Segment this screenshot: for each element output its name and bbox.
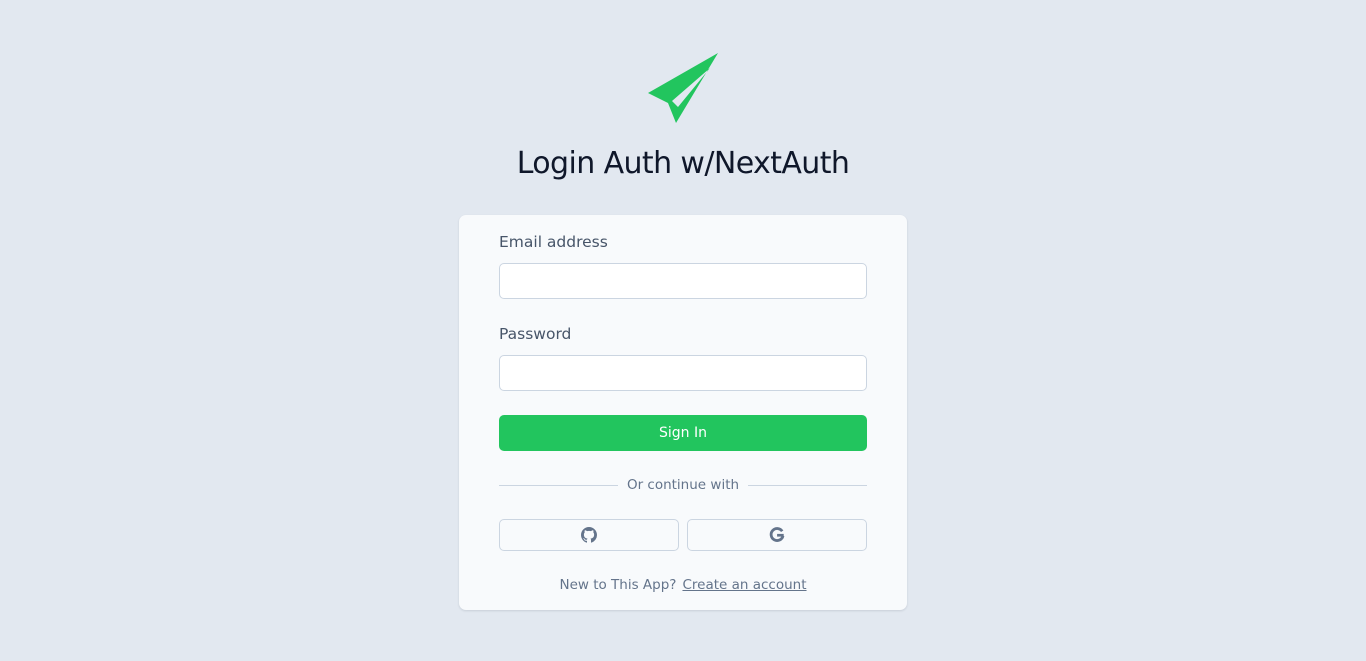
login-card: Email address Password Sign In Or contin… bbox=[459, 215, 907, 610]
divider-text: Or continue with bbox=[626, 477, 740, 493]
github-icon bbox=[581, 527, 597, 543]
create-account-link[interactable]: Create an account bbox=[682, 577, 806, 593]
page-title: Login Auth w/NextAuth bbox=[516, 146, 850, 181]
signup-prompt: New to This App? Create an account bbox=[459, 575, 907, 595]
password-label: Password bbox=[499, 325, 572, 343]
email-label: Email address bbox=[499, 233, 608, 251]
github-login-button[interactable] bbox=[499, 519, 679, 551]
google-login-button[interactable] bbox=[687, 519, 867, 551]
google-icon bbox=[769, 527, 785, 542]
paper-plane-icon bbox=[648, 53, 718, 123]
email-field[interactable] bbox=[499, 263, 867, 299]
sign-in-button[interactable]: Sign In bbox=[499, 415, 867, 451]
divider: Or continue with bbox=[499, 475, 867, 495]
signup-prompt-text: New to This App? bbox=[559, 577, 677, 593]
password-field[interactable] bbox=[499, 355, 867, 391]
